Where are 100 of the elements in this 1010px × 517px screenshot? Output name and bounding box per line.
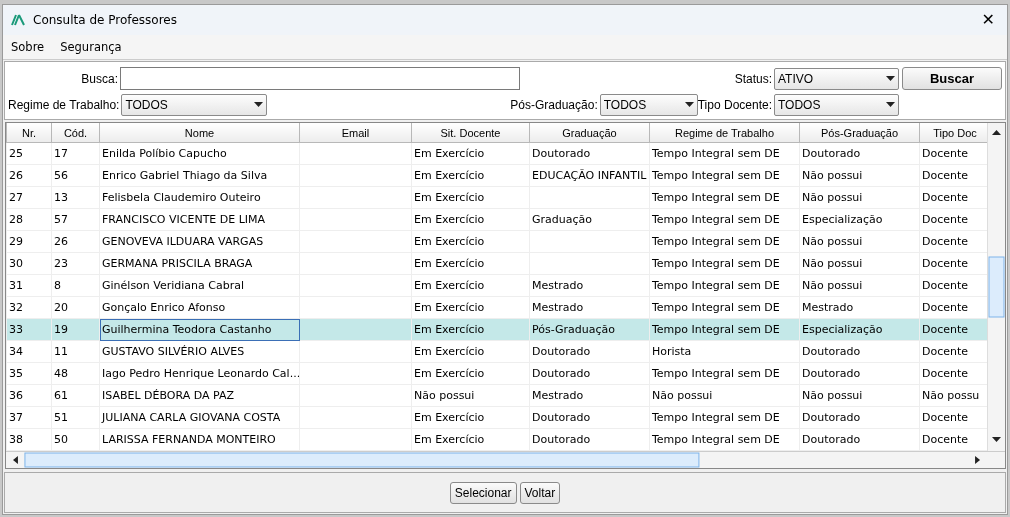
- table-cell: Doutorado: [799, 142, 920, 165]
- table-cell: Não possui: [799, 230, 920, 253]
- table-cell: Não possui: [649, 384, 800, 407]
- column-header[interactable]: Nome: [99, 123, 300, 143]
- field-label: Pós-Graduação:: [510, 97, 599, 112]
- table-cell: Em Exercício: [411, 208, 530, 231]
- table-cell: Tempo Integral sem DE: [649, 274, 800, 297]
- table-cell: Tempo Integral sem DE: [649, 406, 800, 429]
- table-cell: 29: [6, 230, 52, 253]
- table-cell: Em Exercício: [411, 230, 530, 253]
- table-cell: 33: [6, 318, 52, 341]
- table-cell: Não possui: [799, 186, 920, 209]
- caret-icon: [886, 75, 895, 82]
- table-cell: 38: [6, 428, 52, 451]
- table-cell: Tempo Integral sem DE: [649, 318, 800, 341]
- table-cell: GENOVEVA ILDUARA VARGAS: [99, 230, 300, 253]
- footer-button[interactable]: Selecionar: [449, 481, 517, 504]
- logo-icon: [11, 14, 25, 26]
- field-label: Status:: [734, 71, 773, 86]
- table-cell: 51: [51, 406, 100, 429]
- table-cell: 23: [51, 252, 100, 275]
- table-cell: Não possui: [411, 384, 530, 407]
- table-cell: Doutorado: [529, 362, 650, 385]
- column-header[interactable]: Nr.: [6, 123, 52, 143]
- table-cell: Tempo Integral sem DE: [649, 186, 800, 209]
- table-cell: Mestrado: [529, 296, 650, 319]
- search-button[interactable]: Buscar: [902, 67, 1002, 90]
- dropdown[interactable]: TODOS: [599, 93, 698, 116]
- column-header[interactable]: Regime de Trabalho: [649, 123, 800, 143]
- table-cell: 56: [51, 164, 100, 187]
- column-header[interactable]: Email: [299, 123, 412, 143]
- table-cell: Em Exercício: [411, 340, 530, 363]
- table-cell: Doutorado: [529, 406, 650, 429]
- table-cell: Tempo Integral sem DE: [649, 208, 800, 231]
- table-cell: Ginélson Veridiana Cabral: [99, 274, 300, 297]
- table-cell: 31: [6, 274, 52, 297]
- table-cell: Tempo Integral sem DE: [649, 164, 800, 187]
- table-cell: 61: [51, 384, 100, 407]
- table-cell: GERMANA PRISCILA BRAGA: [99, 252, 300, 275]
- table-cell: Tempo Integral sem DE: [649, 362, 800, 385]
- table-cell: 26: [51, 230, 100, 253]
- table-cell: Guilhermina Teodora Castanho: [99, 318, 300, 341]
- table-cell: Iago Pedro Henrique Leonardo Cal...: [99, 362, 300, 385]
- table-cell: Gonçalo Enrico Afonso: [99, 296, 300, 319]
- table-cell: Horista: [649, 340, 800, 363]
- table-cell: Tempo Integral sem DE: [649, 230, 800, 253]
- table-cell: Especialização: [799, 208, 920, 231]
- column-header[interactable]: Cód.: [51, 123, 100, 143]
- table-cell: Doutorado: [799, 362, 920, 385]
- menu-item[interactable]: Sobre: [11, 40, 45, 54]
- column-header[interactable]: Graduação: [529, 123, 650, 143]
- dropdown[interactable]: ATIVO: [774, 67, 899, 90]
- table-cell: 37: [6, 406, 52, 429]
- table-cell: ISABEL DÉBORA DA PAZ: [99, 384, 300, 407]
- table-cell: Em Exercício: [411, 186, 530, 209]
- caret-icon: [886, 101, 895, 108]
- field-label: Busca:: [80, 71, 119, 86]
- table-cell: Mestrado: [799, 296, 920, 319]
- table-cell: JULIANA CARLA GIOVANA COSTA: [99, 406, 300, 429]
- table-cell: Tempo Integral sem DE: [649, 296, 800, 319]
- table-cell: 30: [6, 252, 52, 275]
- table-cell: Mestrado: [529, 274, 650, 297]
- menu-item[interactable]: Segurança: [60, 40, 122, 54]
- table-cell: 25: [6, 142, 52, 165]
- table-cell: 48: [51, 362, 100, 385]
- window-title: Consulta de Professores: [33, 13, 178, 27]
- table-cell: Doutorado: [529, 142, 650, 165]
- table-cell: 34: [6, 340, 52, 363]
- caret-icon: [254, 101, 264, 108]
- dropdown[interactable]: TODOS: [774, 93, 899, 116]
- table-cell: 28: [6, 208, 52, 231]
- table-cell: Em Exercício: [411, 428, 530, 451]
- table-cell: Em Exercício: [411, 406, 530, 429]
- table-cell: 50: [51, 428, 100, 451]
- table-cell: Enrico Gabriel Thiago da Silva: [99, 164, 300, 187]
- table-cell: 35: [6, 362, 52, 385]
- search-field[interactable]: [120, 67, 520, 90]
- table-cell: Graduação: [529, 208, 650, 231]
- table-cell: 20: [51, 296, 100, 319]
- table-cell: 57: [51, 208, 100, 231]
- table-cell: 17: [51, 142, 100, 165]
- table-cell: Não possui: [799, 164, 920, 187]
- table-cell: Tempo Integral sem DE: [649, 428, 800, 451]
- table-cell: Não possui: [799, 252, 920, 275]
- table-cell: 27: [6, 186, 52, 209]
- table-cell: Enilda Políbio Capucho: [99, 142, 300, 165]
- close-button[interactable]: ✕: [977, 12, 999, 28]
- table-cell: 32: [6, 296, 52, 319]
- column-header[interactable]: Sit. Docente: [411, 123, 530, 143]
- column-header[interactable]: Tipo Doc: [919, 123, 987, 143]
- table-cell: Não possui: [799, 274, 920, 297]
- table-cell: LARISSA FERNANDA MONTEIRO: [99, 428, 300, 451]
- table-cell: 26: [6, 164, 52, 187]
- dropdown[interactable]: TODOS: [121, 93, 268, 116]
- table-cell: Em Exercício: [411, 274, 530, 297]
- footer-button[interactable]: Voltar: [519, 481, 561, 504]
- column-header[interactable]: Pós-Graduação: [799, 123, 920, 143]
- table-cell: Em Exercício: [411, 164, 530, 187]
- table-cell: GUSTAVO SILVÉRIO ALVES: [99, 340, 300, 363]
- table-cell: 11: [51, 340, 100, 363]
